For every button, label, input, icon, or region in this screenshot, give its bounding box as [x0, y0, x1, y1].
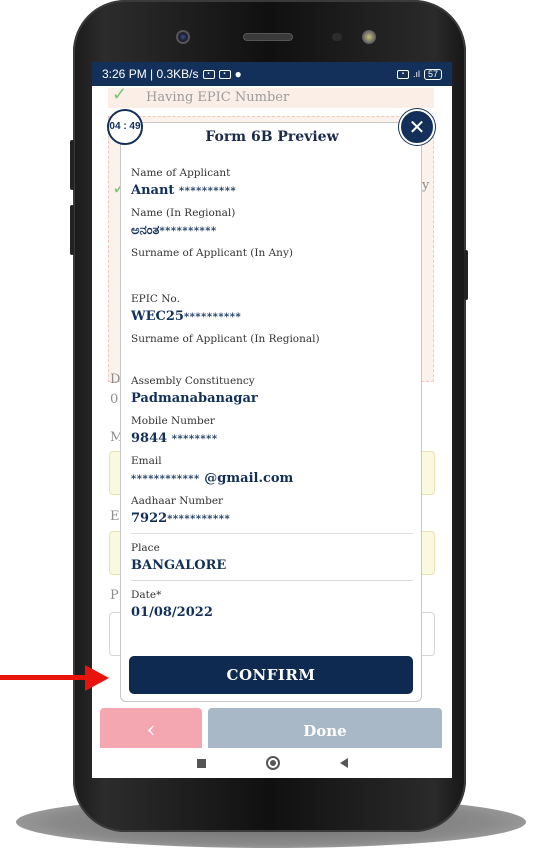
- volte-icon: ▪: [396, 69, 409, 79]
- field-value: ************ @gmail.com: [131, 469, 413, 488]
- front-flash: [362, 30, 376, 44]
- epic-value: WEC25: [131, 309, 184, 324]
- field-value: Padmanabanagar: [131, 391, 258, 406]
- epic-mask: **********: [183, 312, 242, 323]
- field-label: Surname of Applicant (In Any): [131, 247, 293, 259]
- partial-letter-d: D: [110, 372, 121, 387]
- field-label: EPIC No.: [131, 293, 180, 305]
- proximity-sensor: [332, 33, 342, 41]
- aadhaar-value: 7922: [131, 511, 168, 526]
- phone-screen: 3:26 PM | 0.3KB/s ▪ ▪ ● ▪ .ıl 57 Having …: [92, 62, 452, 778]
- empty-value: [131, 261, 413, 291]
- field-value: ಅನಂತ**********: [131, 221, 413, 240]
- volume-button-lower: [70, 205, 74, 255]
- field-label: Name of Applicant: [131, 167, 231, 179]
- battery-icon: 57: [423, 68, 442, 80]
- preview-modal: 04 : 49 ✕ Form 6B Preview Name of Applic…: [107, 109, 435, 702]
- name-regional-value: ಅನಂತ: [131, 223, 160, 238]
- field-label: Aadhaar Number: [131, 495, 224, 507]
- front-camera: [176, 30, 190, 44]
- recents-icon[interactable]: [196, 758, 206, 768]
- name-value: Anant: [131, 183, 175, 198]
- status-bar: 3:26 PM | 0.3KB/s ▪ ▪ ● ▪ .ıl 57: [92, 62, 452, 86]
- field-label: Email: [131, 455, 162, 467]
- mobile-mask: ********: [171, 434, 218, 445]
- back-icon[interactable]: [339, 758, 348, 768]
- field-value: WEC25**********: [131, 307, 413, 326]
- confirm-button[interactable]: CONFIRM: [129, 656, 413, 694]
- check-icon: ✓: [112, 84, 128, 105]
- mobile-value: 9844: [131, 431, 168, 446]
- annotation-arrow-icon: [85, 665, 109, 691]
- field-value: 7922***********: [131, 509, 413, 528]
- name-mask: **********: [178, 186, 237, 197]
- annotation-arrow-line: [0, 675, 88, 680]
- aadhaar-mask: ***********: [167, 514, 231, 525]
- volume-button: [70, 140, 74, 190]
- field-label: Date*: [131, 589, 162, 601]
- email-value: @gmail.com: [204, 471, 294, 486]
- partial-letter-p: P: [110, 588, 119, 603]
- preview-fields: Name of Applicant Anant ********** Name …: [131, 165, 413, 627]
- empty-value: [131, 347, 413, 373]
- chevron-left-icon: ‹: [146, 718, 156, 743]
- home-icon[interactable]: [265, 756, 280, 770]
- field-value: BANGALORE: [131, 558, 227, 573]
- field-label: Name (In Regional): [131, 207, 236, 219]
- field-label: Place: [131, 542, 160, 554]
- field-label: Surname of Applicant (In Regional): [131, 333, 320, 345]
- android-nav-bar: [92, 748, 452, 778]
- partial-letter-e: E: [110, 509, 120, 524]
- epic-option-row[interactable]: Having EPIC Number: [108, 88, 434, 108]
- partial-text: y: [422, 178, 430, 193]
- signal-icon: .ıl: [412, 69, 420, 79]
- message-icon: ▪: [202, 69, 215, 79]
- field-label: Assembly Constituency: [131, 375, 255, 387]
- field-label: Mobile Number: [131, 415, 215, 427]
- email-mask: ************: [131, 474, 200, 485]
- field-value: Anant **********: [131, 181, 413, 200]
- earpiece-speaker: [243, 33, 293, 41]
- divider: [131, 580, 413, 581]
- epic-option-label: Having EPIC Number: [146, 90, 290, 105]
- power-button: [464, 250, 468, 300]
- divider: [131, 533, 413, 534]
- chat-icon: ●: [234, 67, 242, 81]
- field-value: 9844 ********: [131, 429, 413, 448]
- field-value: 01/08/2022: [131, 605, 213, 620]
- message-icon-2: ▪: [218, 69, 231, 79]
- name-regional-mask: **********: [159, 226, 217, 237]
- partial-letter-0: 0: [110, 392, 119, 407]
- status-time: 3:26 PM | 0.3KB/s: [102, 67, 199, 81]
- modal-title: Form 6B Preview: [205, 129, 339, 145]
